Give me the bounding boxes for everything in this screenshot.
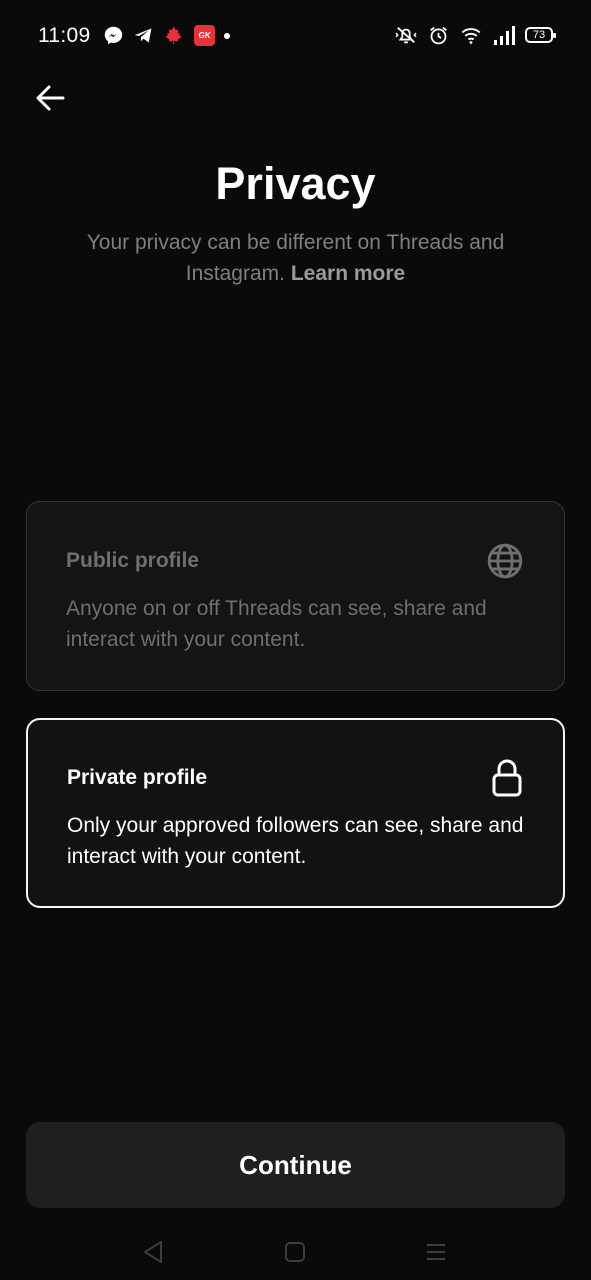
- triangle-back-icon: [144, 1241, 162, 1263]
- public-profile-option[interactable]: Public profile Anyone on or off Threads …: [26, 501, 565, 691]
- mute-bell-icon: [394, 24, 418, 46]
- continue-button[interactable]: Continue: [26, 1122, 565, 1208]
- status-time: 11:09: [38, 24, 91, 47]
- maple-leaf-icon: [163, 25, 185, 46]
- globe-icon: [486, 542, 524, 585]
- option-title: Public profile: [66, 549, 200, 572]
- back-arrow-icon: [36, 85, 65, 111]
- nav-home-button[interactable]: [275, 1232, 315, 1272]
- messenger-icon: [103, 25, 124, 46]
- telegram-icon: [133, 25, 154, 46]
- option-title: Private profile: [67, 766, 208, 789]
- square-home-icon: [285, 1242, 305, 1262]
- lock-icon: [491, 758, 523, 803]
- nav-back-button[interactable]: [133, 1232, 173, 1272]
- page-title: Privacy: [215, 158, 376, 209]
- signal-icon: [493, 25, 515, 45]
- battery-icon: 73: [525, 27, 556, 43]
- back-button[interactable]: [32, 82, 68, 114]
- status-bar: 11:09 GK 73: [0, 0, 591, 72]
- page-subtitle: Your privacy can be different on Threads…: [50, 227, 541, 289]
- wifi-icon: [459, 25, 483, 46]
- system-icons: 73: [394, 24, 556, 46]
- option-description: Anyone on or off Threads can see, share …: [66, 597, 487, 651]
- learn-more-link[interactable]: Learn more: [291, 262, 405, 285]
- alarm-icon: [428, 25, 449, 46]
- system-nav-bar: [0, 1222, 591, 1280]
- nav-recents-button[interactable]: [416, 1232, 456, 1272]
- more-notifications-dot: [224, 32, 230, 39]
- app-badge-icon: GK: [194, 25, 215, 46]
- option-description: Only your approved followers can see, sh…: [67, 814, 524, 868]
- notification-icons: GK: [103, 25, 230, 46]
- private-profile-option[interactable]: Private profile Only your approved follo…: [26, 718, 565, 908]
- menu-recents-icon: [427, 1244, 445, 1260]
